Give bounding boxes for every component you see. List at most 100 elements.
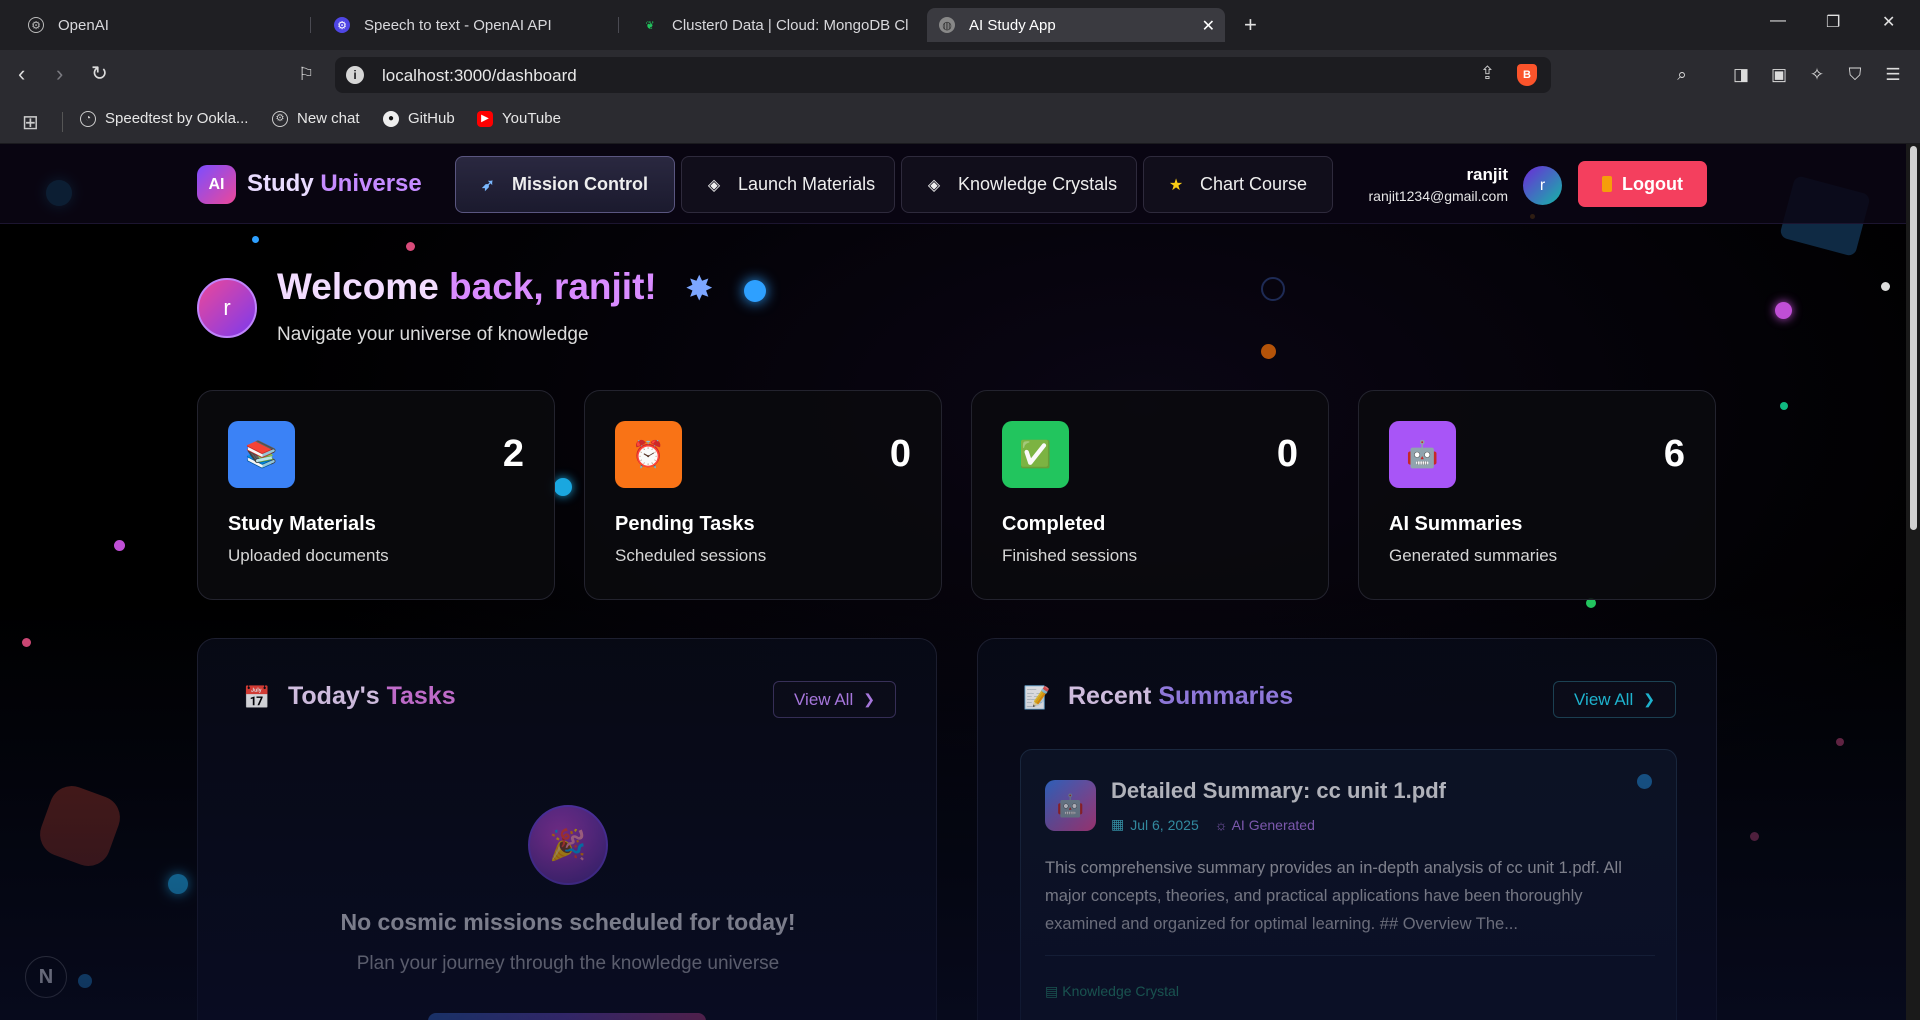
- tab-title: AI Study App: [969, 16, 1056, 34]
- stat-description: Scheduled sessions: [615, 546, 767, 565]
- nav-knowledge-crystals[interactable]: ◈ Knowledge Crystals: [901, 156, 1137, 213]
- stat-title: Completed: [1002, 513, 1106, 535]
- tab-title: Speech to text - OpenAI API: [364, 16, 552, 34]
- stat-title: AI Summaries: [1389, 513, 1523, 535]
- star-particle: [1836, 738, 1844, 746]
- apps-grid-icon[interactable]: ⊞: [22, 110, 39, 135]
- file-icon: ▤: [1045, 983, 1059, 999]
- view-all-label: View All: [1574, 689, 1634, 709]
- stat-card-ai-summaries[interactable]: 🤖 6 AI Summaries Generated summaries: [1358, 390, 1716, 600]
- nav-label: Chart Course: [1200, 174, 1308, 194]
- tab-title: OpenAI: [58, 16, 109, 34]
- star-particle: [1881, 282, 1890, 291]
- panel-title-part2: Tasks: [386, 682, 456, 710]
- welcome-title-part1: Welcome: [277, 266, 450, 307]
- panel-title-part1: Today's: [288, 682, 387, 710]
- star-particle: [1775, 302, 1792, 319]
- stat-value: 0: [889, 433, 911, 475]
- nav-label: Mission Control: [512, 174, 648, 194]
- panel-title: Recent Summaries: [1068, 682, 1293, 711]
- tab-separator: [618, 17, 619, 33]
- chevron-right-icon: ❯: [1643, 691, 1655, 707]
- star-particle: [554, 478, 572, 496]
- rocket-icon: ➶: [481, 176, 495, 194]
- menu-icon[interactable]: ☰: [1882, 64, 1904, 86]
- star-particle: [78, 974, 92, 988]
- bookmark-label: YouTube: [502, 110, 561, 127]
- lightbulb-icon: ☼: [1214, 816, 1228, 833]
- browser-tab-speech[interactable]: ⚙ Speech to text - OpenAI API: [322, 8, 612, 42]
- bookmark-youtube[interactable]: ▶ YouTube: [477, 110, 561, 127]
- bookmark-new-chat[interactable]: ⚙ New chat: [272, 110, 360, 127]
- logout-button[interactable]: Logout: [1578, 161, 1707, 207]
- vpn-shield-icon[interactable]: ⛉: [1844, 64, 1866, 86]
- todays-tasks-panel: 📅 Today's Tasks View All ❯ 🎉 No cosmic m…: [197, 638, 937, 1020]
- nav-launch-materials[interactable]: ◈ Launch Materials: [681, 156, 895, 213]
- search-tabs-icon[interactable]: ⌕: [1671, 64, 1693, 86]
- address-bar[interactable]: i localhost:3000/dashboard ⇪ B: [335, 57, 1551, 93]
- browser-tab-mongodb[interactable]: ❦ Cluster0 Data | Cloud: MongoDB Cloud: [630, 8, 920, 42]
- star-particle: [1780, 402, 1788, 410]
- brand-name-part2: Universe: [320, 170, 422, 197]
- reload-icon[interactable]: ↻: [91, 62, 108, 86]
- close-tab-icon[interactable]: ✕: [1202, 16, 1215, 36]
- github-icon: ●: [383, 110, 399, 127]
- site-info-icon[interactable]: i: [346, 66, 364, 84]
- stat-card-completed[interactable]: ✅ 0 Completed Finished sessions: [971, 390, 1329, 600]
- brand-logo[interactable]: AI: [197, 165, 236, 204]
- browser-tab-openai[interactable]: ⚙ OpenAI: [16, 8, 306, 42]
- diamond-question-icon: ◈: [927, 176, 941, 194]
- close-window-icon[interactable]: ✕: [1882, 12, 1895, 32]
- check-icon: ✅: [1002, 421, 1069, 488]
- brave-shields-icon[interactable]: B: [1517, 64, 1537, 86]
- empty-state-subtitle: Plan your journey through the knowledge …: [356, 953, 780, 974]
- plan-session-button[interactable]: [428, 1013, 706, 1020]
- nav-mission-control[interactable]: ➶ Mission Control: [455, 156, 675, 213]
- restore-icon[interactable]: ❐: [1826, 12, 1840, 32]
- sidebar-icon[interactable]: ◨: [1730, 64, 1752, 86]
- avatar[interactable]: r: [1523, 166, 1562, 205]
- minimize-icon[interactable]: —: [1770, 12, 1786, 30]
- brand-name[interactable]: Study Universe: [247, 170, 422, 198]
- summaries-view-all-button[interactable]: View All ❯: [1553, 681, 1676, 718]
- bookmark-speedtest[interactable]: ◔ Speedtest by Ookla...: [80, 110, 248, 127]
- bookmark-label: New chat: [297, 110, 360, 127]
- summary-footer-label: Knowledge Crystal: [1062, 983, 1179, 999]
- stat-card-pending-tasks[interactable]: ⏰ 0 Pending Tasks Scheduled sessions: [584, 390, 942, 600]
- view-all-label: View All: [794, 689, 854, 709]
- recent-summaries-panel: 📝 Recent Summaries View All ❯ 🤖 Detailed…: [977, 638, 1717, 1020]
- bookmark-github[interactable]: ● GitHub: [383, 110, 455, 127]
- calendar-icon: 📅: [243, 685, 271, 710]
- star-particle: [406, 242, 415, 251]
- summary-text: This comprehensive summary provides an i…: [1045, 859, 1622, 933]
- stat-description: Finished sessions: [1002, 546, 1138, 565]
- alarm-clock-icon: ⏰: [615, 421, 682, 488]
- wallet-icon[interactable]: ▣: [1768, 64, 1790, 86]
- document-pencil-icon: 📝: [1023, 685, 1051, 710]
- star-particle: [1256, 272, 1290, 306]
- stat-title: Study Materials: [228, 513, 376, 535]
- books-icon: 📚: [228, 421, 295, 488]
- summary-title[interactable]: Detailed Summary: cc unit 1.pdf: [1111, 778, 1446, 804]
- stat-card-study-materials[interactable]: 📚 2 Study Materials Uploaded documents: [197, 390, 555, 600]
- panel-title-part2: Summaries: [1158, 682, 1294, 710]
- stat-value: 2: [502, 433, 524, 475]
- new-tab-button[interactable]: +: [1244, 12, 1257, 38]
- nav-chart-course[interactable]: ★ Chart Course: [1143, 156, 1333, 213]
- nextjs-dev-badge[interactable]: N: [25, 956, 67, 998]
- scrollbar-thumb[interactable]: [1910, 146, 1917, 530]
- forward-icon[interactable]: ›: [56, 62, 63, 86]
- back-icon[interactable]: ‹: [18, 62, 25, 86]
- browser-tab-ai-study-app[interactable]: ◍ AI Study App ✕: [927, 8, 1225, 42]
- welcome-subtitle: Navigate your universe of knowledge: [277, 324, 589, 345]
- share-icon[interactable]: ⇪: [1480, 63, 1495, 84]
- tasks-view-all-button[interactable]: View All ❯: [773, 681, 896, 718]
- openai-icon: ⚙: [272, 110, 288, 127]
- brand-name-part1: Study: [247, 170, 321, 197]
- star-particle: [168, 874, 188, 894]
- bookmark-icon[interactable]: ⚐: [298, 62, 314, 86]
- url-text[interactable]: localhost:3000/dashboard: [382, 66, 577, 86]
- leo-ai-icon[interactable]: ✧: [1806, 64, 1828, 86]
- summary-card[interactable]: 🤖 Detailed Summary: cc unit 1.pdf ▦ Jul …: [1020, 749, 1677, 1020]
- stat-description: Generated summaries: [1389, 546, 1558, 565]
